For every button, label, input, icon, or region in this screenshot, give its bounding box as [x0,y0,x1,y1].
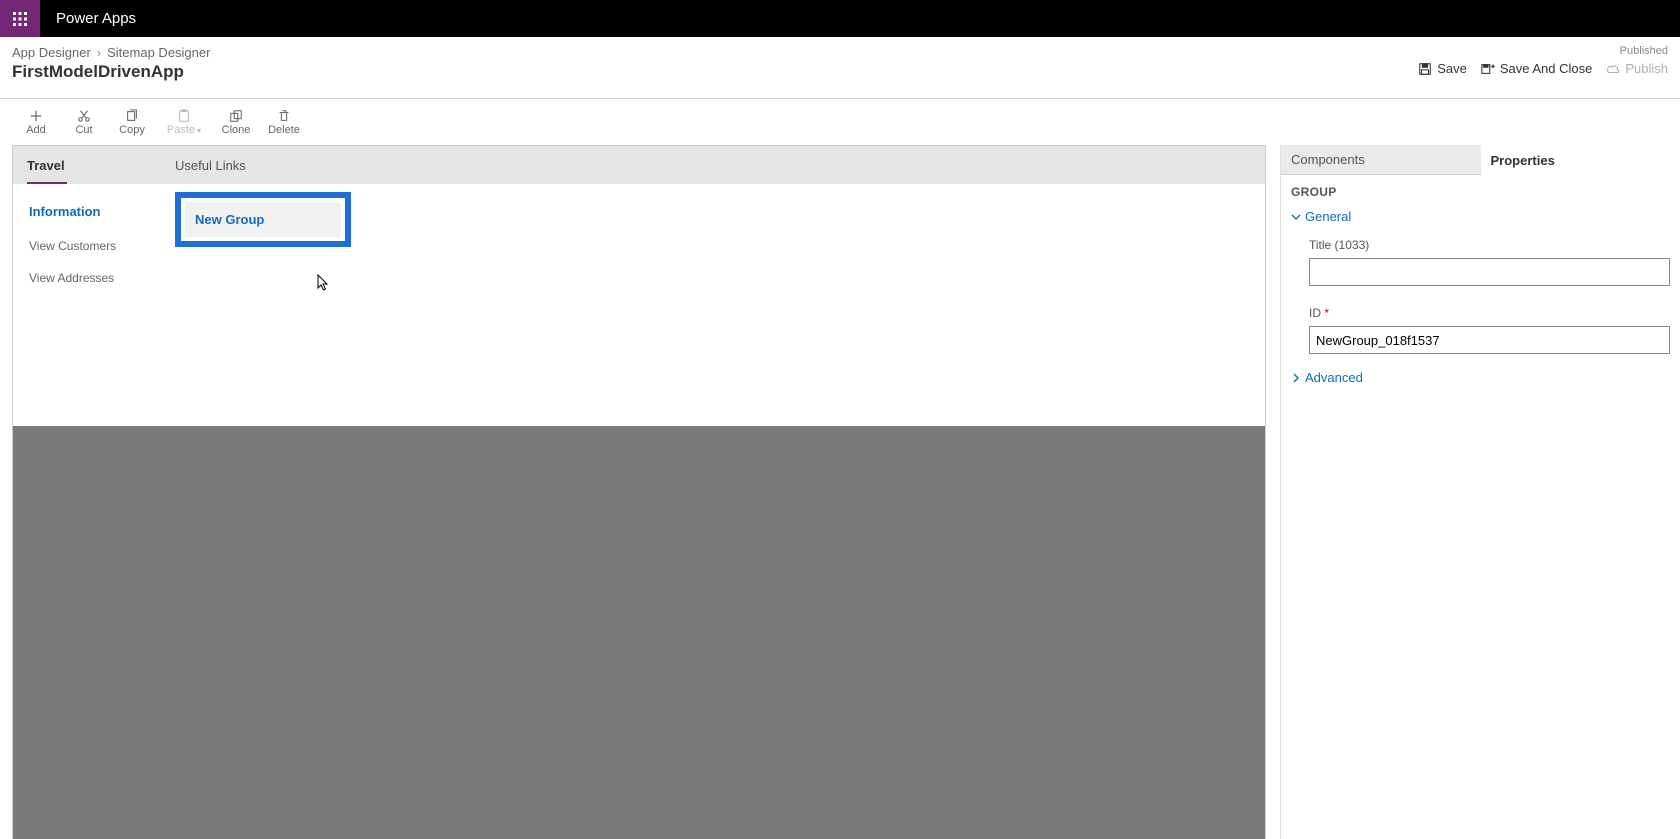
group-column-travel: Information View Customers View Addresse… [27,198,175,289]
clone-label: Clone [222,124,251,136]
publish-status: Published [1620,45,1668,57]
right-panel-tabs: Components Properties [1281,145,1680,175]
group-information[interactable]: Information [27,198,175,225]
paste-button: Paste▾ [156,102,212,142]
delete-label: Delete [268,124,300,136]
publish-label: Publish [1625,61,1668,76]
breadcrumb-app-designer[interactable]: App Designer [12,45,91,60]
delete-button[interactable]: Delete [260,102,308,142]
publish-button: Publish [1606,61,1668,76]
advanced-label: Advanced [1305,370,1363,385]
save-close-label: Save And Close [1500,61,1593,76]
cut-icon [77,109,91,123]
paste-icon [177,109,191,123]
id-input[interactable] [1309,326,1670,354]
selected-group-tile[interactable]: New Group [175,192,351,247]
area-useful-links[interactable]: Useful Links [161,146,309,184]
tab-properties[interactable]: Properties [1481,145,1680,175]
required-asterisk: * [1324,306,1329,320]
add-icon [29,109,43,123]
header-bar: App Designer › Sitemap Designer FirstMod… [0,37,1680,99]
general-section-toggle[interactable]: General [1291,209,1670,224]
save-and-close-button[interactable]: Save And Close [1481,61,1593,76]
publish-icon [1606,62,1620,76]
app-launcher-button[interactable] [0,0,40,37]
canvas-empty-area[interactable] [13,426,1265,839]
right-panel: Components Properties GROUP General Titl… [1280,145,1680,839]
cut-button[interactable]: Cut [60,102,108,142]
waffle-icon [12,11,28,27]
breadcrumb-separator-icon: › [97,45,101,60]
save-close-icon [1481,62,1495,76]
area-travel[interactable]: Travel [13,146,161,184]
clone-button[interactable]: Clone [212,102,260,142]
breadcrumb-sitemap-designer[interactable]: Sitemap Designer [107,45,210,60]
copy-button[interactable]: Copy [108,102,156,142]
add-label: Add [26,124,46,136]
mouse-cursor-icon [317,274,329,292]
top-bar: Power Apps [0,0,1680,37]
copy-icon [125,109,139,123]
save-button[interactable]: Save [1418,61,1467,76]
save-label: Save [1437,61,1467,76]
sitemap-canvas[interactable]: Travel Useful Links Information View Cus… [12,145,1266,839]
properties-section-title: GROUP [1291,185,1670,199]
caret-down-icon: ▾ [197,126,201,135]
breadcrumb: App Designer › Sitemap Designer [12,45,210,60]
copy-label: Copy [119,124,145,136]
title-field-label: Title (1033) [1309,238,1670,252]
area-label: Travel [27,158,65,173]
advanced-section-toggle[interactable]: Advanced [1291,370,1670,385]
save-icon [1418,62,1432,76]
area-label: Useful Links [175,158,246,173]
properties-content: GROUP General Title (1033) ID * Advanced [1281,175,1680,409]
main-area: Travel Useful Links Information View Cus… [0,145,1680,839]
clone-icon [229,109,243,123]
tab-components[interactable]: Components [1281,145,1481,175]
selected-group-label: New Group [185,202,341,237]
general-label: General [1305,209,1351,224]
header-actions: Save Save And Close Publish [1418,61,1668,76]
group-column-useful-links: New Group [175,198,323,247]
chevron-right-icon [1291,373,1301,383]
cut-label: Cut [75,124,92,136]
subarea-view-customers[interactable]: View Customers [27,235,175,257]
paste-label: Paste [167,124,195,136]
title-input[interactable] [1309,258,1670,286]
subarea-view-addresses[interactable]: View Addresses [27,267,175,289]
toolbar: Add Cut Copy Paste▾ Clone Delete [0,99,1680,145]
delete-icon [277,109,291,123]
chevron-down-icon [1291,212,1301,222]
area-row: Travel Useful Links [13,146,1265,184]
id-field-label: ID * [1309,306,1670,320]
page-title: FirstModelDrivenApp [12,62,210,82]
add-button[interactable]: Add [12,102,60,142]
product-name[interactable]: Power Apps [40,0,152,37]
canvas-body[interactable]: Information View Customers View Addresse… [13,184,1265,426]
